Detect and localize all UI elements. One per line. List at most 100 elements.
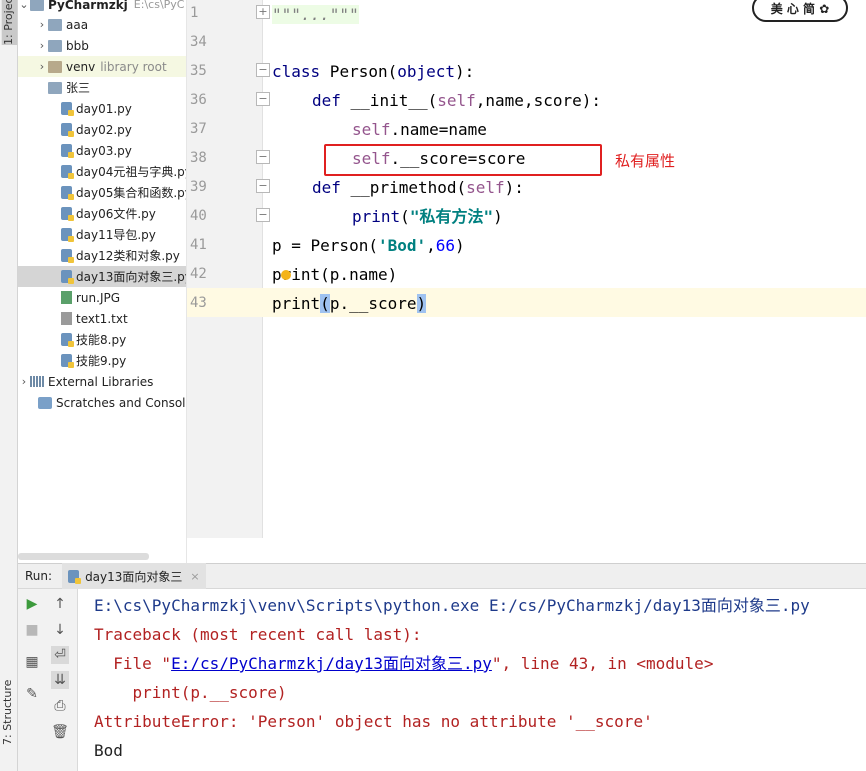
image-file-icon (61, 291, 72, 304)
run-console[interactable]: E:\cs\PyCharmzkj\venv\Scripts\python.exe… (78, 589, 866, 771)
line-number: 41 (190, 237, 207, 253)
tree-item-day11[interactable]: day11导包.py (18, 224, 186, 245)
tree-item-label: venv (66, 59, 96, 74)
tree-item-label: aaa (66, 17, 89, 32)
code-text: ) (493, 207, 503, 226)
line-number: 34 (190, 34, 207, 50)
python-file-icon (61, 354, 74, 368)
tree-item-label: day11导包.py (76, 228, 156, 242)
line-number: 38 (190, 150, 207, 166)
structure-tool-tab[interactable]: 7: Structure (1, 680, 17, 745)
folder-icon (48, 60, 62, 73)
tree-item-day05[interactable]: day05集合和函数.py (18, 182, 186, 203)
tree-item-skill8[interactable]: 技能8.py (18, 329, 186, 350)
rerun-icon[interactable]: ▶ (23, 595, 41, 613)
code-line-1[interactable]: """...""" (272, 0, 359, 29)
close-icon[interactable]: × (190, 570, 199, 583)
tree-item-label: day01.py (76, 101, 132, 116)
tree-item-text1[interactable]: text1.txt (18, 308, 186, 329)
text-file-icon (61, 312, 72, 325)
arrow-down-icon[interactable]: ↓ (51, 621, 69, 639)
tree-item-day13[interactable]: day13面向对象三.py (18, 266, 186, 287)
code-text: Person( (320, 62, 398, 81)
chevron-right-icon[interactable]: › (36, 18, 48, 31)
tree-item-aaa[interactable]: › aaa (18, 14, 186, 35)
fold-collapse-icon[interactable]: − (256, 179, 270, 193)
tree-item-label: 张三 (66, 81, 91, 95)
tree-item-day03[interactable]: day03.py (18, 140, 186, 161)
code-line-39[interactable]: def __primethod(self): (272, 173, 524, 202)
chevron-right-icon[interactable]: › (36, 60, 48, 73)
tree-item-label: day02.py (76, 122, 132, 137)
code-line-35[interactable]: class Person(object): (272, 57, 474, 86)
pin-icon[interactable]: ✎ (23, 685, 41, 703)
arrow-up-icon[interactable]: ↑ (51, 595, 69, 613)
layout-icon[interactable]: ▦ (23, 653, 41, 671)
tree-item-day06[interactable]: day06文件.py (18, 203, 186, 224)
chevron-right-icon[interactable]: › (18, 375, 30, 388)
python-file-icon (61, 165, 74, 179)
project-tool-tab[interactable]: 1: Project (1, 0, 17, 45)
tree-item-day04[interactable]: day04元祖与字典.py (18, 161, 186, 182)
folder-icon (30, 0, 44, 11)
tree-item-label: 技能8.py (76, 333, 127, 347)
tree-item-label: day06文件.py (76, 207, 156, 221)
tree-item-day12[interactable]: day12类和对象.py (18, 245, 186, 266)
stop-icon[interactable]: ■ (23, 621, 41, 639)
self-keyword: self (437, 91, 476, 110)
lightbulb-icon[interactable] (281, 270, 291, 280)
chevron-down-icon[interactable]: ⌄ (18, 0, 30, 11)
python-file-icon (61, 270, 74, 284)
tree-item-day01[interactable]: day01.py (18, 98, 186, 119)
library-icon (30, 376, 44, 387)
fold-collapse-icon[interactable]: − (256, 92, 270, 106)
code-line-37[interactable]: self.name=name (272, 115, 487, 144)
console-line: Bod (94, 741, 123, 760)
console-line: print(p.__score) (94, 683, 287, 702)
chevron-right-icon[interactable]: › (36, 39, 48, 52)
code-line-43[interactable]: print(p.__score) (272, 289, 427, 318)
trash-icon[interactable]: 🗑 (51, 723, 69, 741)
code-line-40[interactable]: print("私有方法") (272, 202, 503, 231)
self-keyword: self (466, 178, 505, 197)
fold-end-icon[interactable]: − (256, 150, 270, 164)
python-file-icon (61, 186, 74, 200)
run-tab[interactable]: day13面向对象三 × (62, 563, 206, 589)
python-file-icon (61, 123, 74, 137)
fold-collapse-icon[interactable]: − (256, 63, 270, 77)
keyword: def (312, 91, 341, 110)
file-link[interactable]: E:/cs/PyCharmzkj/day13面向对象三.py (171, 654, 492, 673)
scroll-to-end-icon[interactable]: ⇊ (51, 671, 69, 689)
line-number: 35 (190, 63, 207, 79)
tree-item-zhangsan[interactable]: 张三 (18, 77, 186, 98)
tree-item-label: bbb (66, 38, 89, 53)
tree-item-run-jpg[interactable]: run.JPG (18, 287, 186, 308)
python-file-icon (61, 249, 74, 263)
tree-item-day02[interactable]: day02.py (18, 119, 186, 140)
tree-item-venv[interactable]: › venv library root (18, 56, 186, 77)
folder-icon (48, 18, 62, 31)
code-line-36[interactable]: def __init__(self,name,score): (272, 86, 601, 115)
tree-item-bbb[interactable]: › bbb (18, 35, 186, 56)
builtin: object (397, 62, 456, 81)
soft-wrap-icon[interactable]: ⏎ (51, 646, 69, 664)
docstring-folded[interactable]: """...""" (272, 5, 359, 24)
print-icon[interactable]: ⎙ (51, 697, 69, 715)
line-number: 42 (190, 266, 207, 282)
string-literal: "私有方法" (409, 207, 494, 226)
console-line: Traceback (most recent call last): (94, 625, 422, 644)
line-number: 1 (190, 5, 199, 21)
code-text: ): (504, 178, 524, 197)
keyword: def (312, 178, 341, 197)
string-literal: 'Bod' (377, 236, 427, 255)
tree-item-external-libraries[interactable]: › External Libraries (18, 371, 186, 392)
tree-root[interactable]: ⌄ PyCharmzkj E:\cs\PyC (18, 0, 186, 15)
fold-end-icon[interactable]: − (256, 208, 270, 222)
project-horizontal-scrollbar[interactable] (18, 553, 149, 560)
tree-item-skill9[interactable]: 技能9.py (18, 350, 186, 371)
code-line-41[interactable]: p = Person('Bod',66) (272, 231, 465, 260)
fold-expand-icon[interactable]: + (256, 5, 270, 19)
tree-item-scratches[interactable]: Scratches and Consoles (18, 392, 186, 413)
keyword: class (272, 62, 321, 81)
number-literal: 66 (435, 236, 456, 255)
